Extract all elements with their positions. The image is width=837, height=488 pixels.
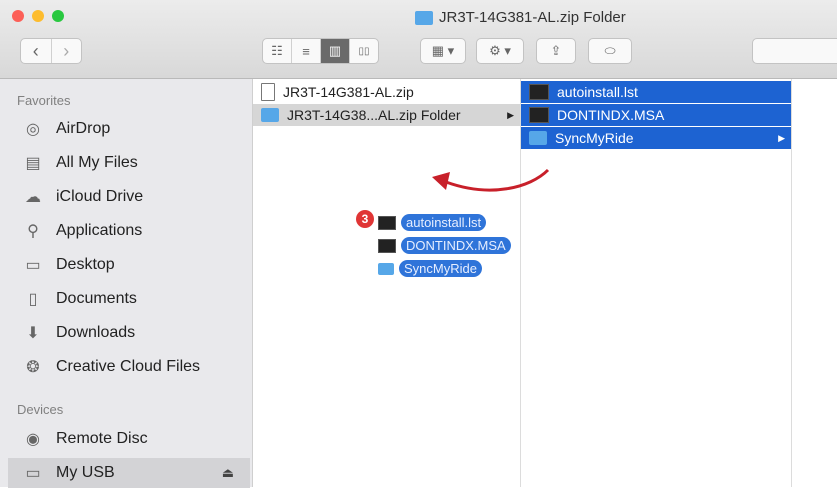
eject-icon[interactable]: ⏏ xyxy=(222,465,234,481)
list-view-button[interactable]: ≡ xyxy=(292,39,321,63)
cover-flow-button[interactable]: ▯▯ xyxy=(350,39,378,63)
sidebar-item-desktop[interactable]: ▭ Desktop xyxy=(22,250,250,280)
devices-section-label: Devices xyxy=(17,402,64,417)
icon-view-button[interactable]: ☷ xyxy=(263,39,292,63)
folder-icon xyxy=(378,262,394,275)
file-icon xyxy=(529,84,549,100)
window-titlebar: JR3T-14G381-AL.zip Folder ‹ › ☷ ≡ ▥ ▯▯ ▦… xyxy=(0,0,837,79)
list-item[interactable]: SyncMyRide ▶ xyxy=(521,127,791,149)
disclosure-arrow-icon: ▶ xyxy=(507,109,514,120)
file-icon xyxy=(378,238,396,253)
file-icon xyxy=(529,107,549,123)
zoom-window-button[interactable] xyxy=(52,10,64,22)
disclosure-arrow-icon: ▶ xyxy=(778,132,785,143)
window-title: JR3T-14G381-AL.zip Folder xyxy=(415,9,626,26)
file-icon xyxy=(378,215,396,230)
view-mode-control: ☷ ≡ ▥ ▯▯ xyxy=(262,38,379,64)
drag-direction-arrow-icon xyxy=(432,168,550,192)
desktop-icon: ▭ xyxy=(25,257,41,274)
sidebar-item-applications[interactable]: ⚲ Applications xyxy=(22,216,250,246)
sidebar-item-creative-cloud-files[interactable]: ❂ Creative Cloud Files xyxy=(22,352,250,382)
applications-icon: ⚲ xyxy=(27,223,39,240)
list-item[interactable]: autoinstall.lst xyxy=(521,81,791,103)
folder-icon xyxy=(415,10,433,25)
share-button[interactable]: ⇪ xyxy=(536,38,576,64)
arrange-button[interactable]: ▦ ▾ xyxy=(420,38,466,64)
item-count-badge: 3 xyxy=(356,210,374,228)
sidebar-item-my-usb[interactable]: ▭ My USB ⏏ xyxy=(8,458,250,488)
tag-button[interactable]: ⬭ xyxy=(588,38,632,64)
browser-column-2: autoinstall.lst DONTINDX.MSA SyncMyRide … xyxy=(521,79,792,487)
cloud-icon: ☁ xyxy=(25,189,41,206)
folder-icon xyxy=(529,131,547,145)
zip-file-icon xyxy=(261,83,275,101)
back-button[interactable]: ‹ xyxy=(21,39,52,63)
list-item[interactable]: JR3T-14G381-AL.zip xyxy=(253,81,520,103)
sidebar-item-remote-disc[interactable]: ◉ Remote Disc xyxy=(22,424,250,454)
sidebar-item-downloads[interactable]: ⬇ Downloads xyxy=(22,318,250,348)
sidebar-item-icloud-drive[interactable]: ☁ iCloud Drive xyxy=(22,182,250,212)
sidebar-item-all-my-files[interactable]: ▤ All My Files xyxy=(22,148,250,178)
column-view-button[interactable]: ▥ xyxy=(321,39,350,63)
creative-cloud-icon: ❂ xyxy=(26,359,40,376)
folder-icon xyxy=(261,108,279,122)
list-item[interactable]: DONTINDX.MSA xyxy=(521,104,791,126)
downloads-icon: ⬇ xyxy=(26,325,40,342)
forward-button[interactable]: › xyxy=(52,39,82,63)
back-forward-control: ‹ › xyxy=(20,38,82,64)
browser-column-1: JR3T-14G381-AL.zip JR3T-14G38...AL.zip F… xyxy=(253,79,521,487)
usb-drive-icon: ▭ xyxy=(25,465,41,482)
disc-icon: ◉ xyxy=(26,431,40,448)
drag-preview-item: autoinstall.lst xyxy=(378,213,487,232)
favorites-section-label: Favorites xyxy=(17,93,71,108)
airdrop-icon: ◎ xyxy=(26,121,40,138)
close-window-button[interactable] xyxy=(12,10,24,22)
drag-preview-item: SyncMyRide xyxy=(378,259,482,278)
sidebar: Favorites ◎ AirDrop ▤ All My Files ☁ iCl… xyxy=(0,79,253,488)
sidebar-item-documents[interactable]: ▯ Documents xyxy=(22,284,250,314)
action-gear-button[interactable]: ⚙ ▾ xyxy=(476,38,524,64)
sidebar-item-airdrop[interactable]: ◎ AirDrop xyxy=(22,114,250,144)
documents-icon: ▯ xyxy=(28,291,38,308)
minimize-window-button[interactable] xyxy=(32,10,44,22)
drag-preview-item: DONTINDX.MSA xyxy=(378,236,511,255)
all-files-icon: ▤ xyxy=(25,155,41,172)
list-item[interactable]: JR3T-14G38...AL.zip Folder ▶ xyxy=(253,104,520,126)
search-field[interactable] xyxy=(752,38,837,64)
